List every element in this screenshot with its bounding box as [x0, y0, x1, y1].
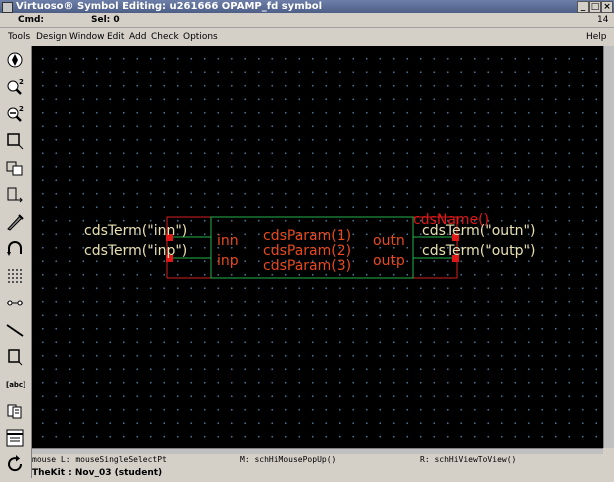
kit-status-bar: TheKit : Nov_03 (student)	[32, 466, 614, 480]
term-label-inn: cdsTerm("inn")	[84, 223, 187, 239]
svg-text:[abc]: [abc]	[6, 381, 25, 389]
pin-name-outn: outn	[373, 233, 405, 249]
menu-options[interactable]: Options	[183, 28, 218, 46]
mouse-middle-status: M: schHiMousePopUp()	[240, 455, 337, 464]
copy-icon[interactable]	[3, 156, 27, 179]
param-label-1: cdsParam(1)	[263, 228, 351, 244]
property-icon[interactable]	[3, 264, 27, 287]
term-label-outp: cdsTerm("outp")	[422, 243, 535, 259]
mouse-right-status: R: schHiViewToView()	[420, 455, 517, 464]
kit-label: TheKit : Nov_03 (student)	[32, 468, 163, 478]
tool-palette: 2 2 [abc]	[0, 46, 32, 478]
mouse-left-status: mouse L: mouseSingleSelectPt	[32, 455, 167, 464]
title-bar: Virtuoso® Symbol Editing: u261666 OPAMP_…	[0, 0, 614, 13]
term-label-inp: cdsTerm("inp")	[84, 243, 187, 259]
zoom-fit-icon[interactable]	[3, 48, 27, 71]
menu-check[interactable]: Check	[151, 28, 179, 46]
menu-add[interactable]: Add	[129, 28, 146, 46]
pin-name-inn: inn	[217, 233, 239, 249]
cmd-label: Cmd:	[18, 15, 45, 25]
svg-text:2: 2	[19, 105, 24, 113]
menu-design[interactable]: Design	[36, 28, 67, 46]
window-icon[interactable]	[3, 426, 27, 449]
vertical-scrollbar[interactable]	[603, 46, 614, 448]
zoom-out-icon[interactable]: 2	[3, 102, 27, 125]
selection-count: Sel: 0	[91, 15, 120, 25]
param-label-3: cdsParam(3)	[263, 258, 351, 274]
symbol-drawing: cdsTerm("inn") cdsTerm("inp") cdsTerm("o…	[84, 212, 535, 279]
stretch-icon[interactable]	[3, 129, 27, 152]
window-number: 14	[597, 15, 609, 25]
instance-name-label: cdsName()	[413, 212, 489, 228]
undo-icon[interactable]	[3, 237, 27, 260]
zoom-in-icon[interactable]: 2	[3, 75, 27, 98]
menu-tools[interactable]: Tools	[8, 28, 30, 46]
menu-window[interactable]: Window	[69, 28, 105, 46]
maximize-button[interactable]: □	[589, 1, 601, 13]
schematic-canvas[interactable]: cdsTerm("inn") cdsTerm("inp") cdsTerm("o…	[32, 46, 603, 448]
close-button[interactable]: ×	[601, 1, 613, 13]
app-icon[interactable]	[2, 2, 13, 13]
command-bar: Cmd: Sel: 0 14	[0, 13, 614, 28]
label-icon[interactable]: [abc]	[3, 372, 27, 395]
menu-bar: Tools Design Window Edit Add Check Optio…	[0, 28, 614, 47]
menu-edit[interactable]: Edit	[107, 28, 124, 46]
menu-help[interactable]: Help	[586, 28, 607, 46]
svg-text:2: 2	[19, 78, 24, 86]
rectangle-icon[interactable]	[3, 345, 27, 368]
move-icon[interactable]	[3, 183, 27, 206]
pin-name-inp: inp	[217, 253, 239, 269]
save-icon[interactable]	[3, 399, 27, 422]
param-label-2: cdsParam(2)	[263, 243, 351, 259]
wire-icon[interactable]	[3, 318, 27, 341]
minimize-button[interactable]: _	[577, 1, 589, 13]
delete-icon[interactable]	[3, 210, 27, 233]
redraw-icon[interactable]	[3, 452, 27, 475]
window-title: Virtuoso® Symbol Editing: u261666 OPAMP_…	[16, 1, 323, 12]
pin-name-outp: outp	[373, 253, 405, 269]
mouse-status-bar: mouse L: mouseSingleSelectPt M: schHiMou…	[32, 454, 614, 466]
pin-icon[interactable]	[3, 291, 27, 314]
